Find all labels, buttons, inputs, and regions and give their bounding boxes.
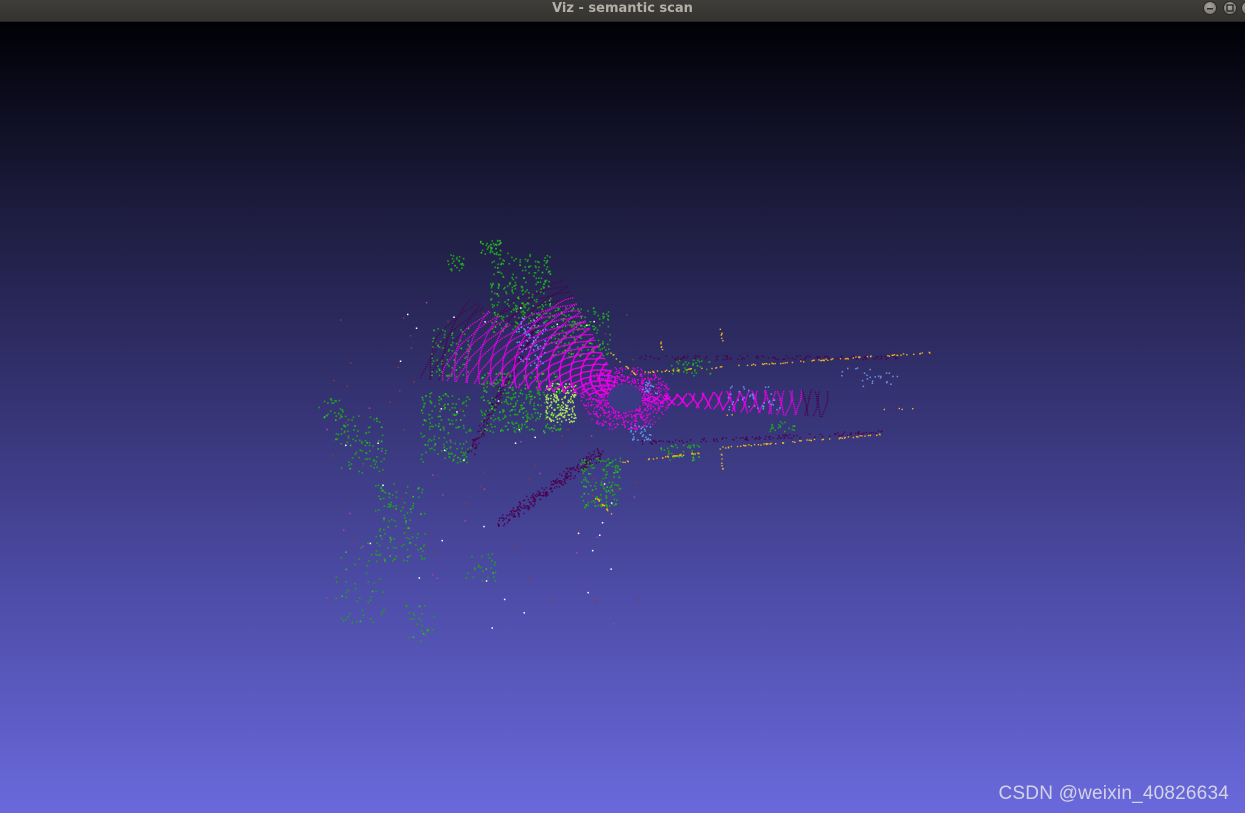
title-bar[interactable]: Viz - semantic scan	[0, 0, 1245, 22]
semantic-point-cloud[interactable]	[0, 22, 1245, 813]
minimize-icon	[1207, 8, 1213, 10]
vegetation-points	[318, 239, 796, 642]
maximize-icon	[1226, 4, 1234, 12]
close-button[interactable]	[1241, 1, 1245, 15]
window-title: Viz - semantic scan	[552, 1, 693, 16]
minimize-button[interactable]	[1203, 1, 1217, 15]
viz-window: Viz - semantic scan CSDN @weixin_4082663…	[0, 0, 1245, 813]
ego-vehicle-gap	[608, 384, 642, 412]
3d-viewport[interactable]: CSDN @weixin_40826634	[0, 22, 1245, 813]
watermark: CSDN @weixin_40826634	[998, 783, 1229, 804]
maximize-button[interactable]	[1223, 1, 1237, 15]
